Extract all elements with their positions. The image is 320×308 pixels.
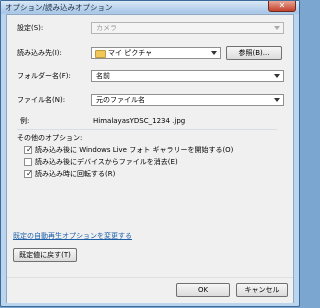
title-bar: オプション/読み込みオプション ✕ bbox=[1, 1, 299, 13]
folder-name-combo[interactable]: 名前 bbox=[91, 70, 284, 82]
restore-defaults-button[interactable]: 既定値に戻す(T) bbox=[13, 248, 77, 262]
ok-button[interactable]: OK bbox=[176, 283, 230, 297]
erase-after-import-checkbox[interactable] bbox=[24, 158, 32, 166]
chevron-down-icon bbox=[211, 51, 217, 55]
chevron-down-icon bbox=[274, 98, 280, 102]
close-icon: ✕ bbox=[278, 1, 286, 10]
dialog-window: オプション/読み込みオプション ✕ 設定(S): カメラ 読み込み先(I): マ… bbox=[0, 0, 300, 307]
check-icon: ✓ bbox=[26, 169, 33, 178]
divider bbox=[17, 129, 277, 130]
browse-button-label: 参照(B)... bbox=[238, 49, 270, 57]
setting-label: 設定(S): bbox=[17, 24, 44, 32]
file-name-label: ファイル名(N): bbox=[17, 96, 66, 104]
dialog-content: 設定(S): カメラ 読み込み先(I): マイ ピクチャ 参照(B)... フォ… bbox=[6, 14, 294, 303]
example-label: 例: bbox=[20, 117, 30, 125]
chevron-down-icon bbox=[274, 74, 280, 78]
cancel-button[interactable]: キャンセル bbox=[236, 283, 288, 297]
browse-button[interactable]: 参照(B)... bbox=[226, 46, 282, 60]
file-name-combo[interactable]: 元のファイル名 bbox=[91, 94, 284, 106]
folder-name-label: フォルダー名(F): bbox=[17, 72, 71, 80]
setting-value: カメラ bbox=[96, 24, 117, 32]
file-name-value: 元のファイル名 bbox=[96, 96, 145, 104]
open-gallery-checkbox[interactable]: ✓ bbox=[24, 145, 33, 154]
import-to-label: 読み込み先(I): bbox=[17, 49, 62, 57]
ok-button-label: OK bbox=[197, 286, 209, 294]
rotate-on-import-checkbox[interactable]: ✓ bbox=[24, 169, 33, 178]
open-gallery-label: 読み込み後に Windows Live フォト ギャラリーを開始する(O) bbox=[35, 146, 234, 154]
import-to-value: マイ ピクチャ bbox=[108, 49, 153, 57]
restore-defaults-label: 既定値に戻す(T) bbox=[19, 251, 71, 259]
window-title: オプション/読み込みオプション bbox=[5, 3, 113, 12]
autoplay-options-link[interactable]: 既定の自動再生オプションを変更する bbox=[13, 231, 132, 241]
other-options-heading: その他のオプション: bbox=[17, 134, 83, 142]
import-to-combo[interactable]: マイ ピクチャ bbox=[91, 47, 221, 59]
folder-icon bbox=[95, 50, 106, 58]
dialog-footer: OK キャンセル bbox=[7, 277, 293, 303]
rotate-on-import-label: 読み込み時に回転する(R) bbox=[35, 170, 116, 178]
erase-after-import-label: 読み込み後にデバイスからファイルを消去(E) bbox=[35, 158, 178, 166]
cancel-button-label: キャンセル bbox=[244, 286, 280, 294]
chevron-down-icon bbox=[274, 26, 280, 30]
example-value: HimalayasYDSC_1234 .jpg bbox=[93, 117, 186, 125]
setting-combo[interactable]: カメラ bbox=[91, 22, 284, 34]
check-icon: ✓ bbox=[26, 145, 33, 154]
folder-name-value: 名前 bbox=[96, 72, 110, 80]
close-button[interactable]: ✕ bbox=[268, 1, 296, 12]
